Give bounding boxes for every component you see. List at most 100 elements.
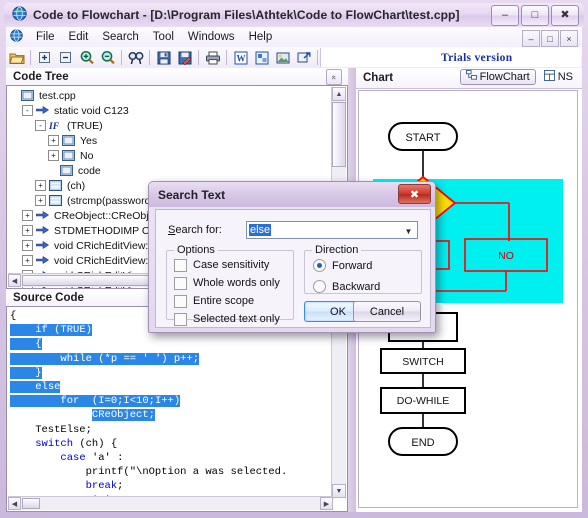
code-tree-collapse-button[interactable]: « — [326, 69, 342, 85]
toolbar-separator — [317, 50, 318, 65]
tree-node-label: Yes — [80, 134, 98, 147]
scroll-down-icon[interactable]: ▼ — [332, 484, 346, 498]
chart-tabs: FlowChart NS — [459, 69, 578, 85]
direction-backward[interactable]: Backward — [313, 278, 421, 295]
tree-expand-icon[interactable]: + — [22, 210, 33, 221]
tree-node[interactable]: - IF (TRUE) — [9, 118, 327, 133]
checkbox-whole-words-only[interactable] — [174, 276, 187, 290]
collapse-all-icon[interactable] — [55, 48, 76, 67]
export-link-icon[interactable] — [293, 48, 314, 67]
code-keyword: while — [60, 352, 92, 365]
window-minimize-button[interactable]: – — [491, 5, 519, 26]
chevron-down-icon[interactable]: ▼ — [402, 225, 415, 237]
cancel-button[interactable]: Cancel — [353, 301, 421, 322]
menu-item-windows[interactable]: Windows — [181, 29, 242, 45]
dialog-close-button[interactable]: ✖ — [398, 184, 431, 204]
tree-node[interactable]: - static void C123 — [9, 103, 327, 118]
search-input[interactable]: else ▼ — [246, 221, 418, 239]
tree-node[interactable]: test.cpp — [9, 88, 327, 103]
window-maximize-button[interactable]: □ — [521, 5, 549, 26]
mdi-close-button[interactable]: × — [560, 30, 578, 47]
arrow-icon — [35, 210, 50, 222]
print-icon[interactable] — [202, 48, 223, 67]
toolbar-separator — [149, 50, 150, 65]
tree-expand-icon[interactable]: + — [22, 240, 33, 251]
code-line: switch (ch) { — [10, 437, 320, 451]
checkbox-entire-scope[interactable] — [174, 294, 187, 308]
source-vertical-scrollbar[interactable]: ▲ ▼ — [331, 308, 346, 498]
mdi-minimize-button[interactable]: – — [522, 30, 540, 47]
expand-all-icon[interactable] — [34, 48, 55, 67]
window-close-button[interactable]: ✖ — [551, 5, 579, 26]
scroll-up-icon[interactable]: ▲ — [332, 87, 346, 101]
option-whole-words-only[interactable]: Whole words only — [174, 275, 293, 291]
code-line: break; — [10, 479, 320, 493]
menu-item-search[interactable]: Search — [95, 29, 145, 45]
tree-node[interactable]: + Yes — [9, 133, 327, 148]
application-window: Code to Flowchart - [D:\Program Files\At… — [0, 0, 588, 518]
app-globe-icon — [12, 6, 27, 24]
export-image-icon[interactable] — [272, 48, 293, 67]
code-tree-header: Code Tree « — [6, 68, 348, 86]
option-case-sensitivity[interactable]: Case sensitivity — [174, 257, 293, 273]
menu-item-help[interactable]: Help — [242, 29, 280, 45]
code-line: CReObject; — [10, 408, 320, 422]
menu-item-edit[interactable]: Edit — [62, 29, 96, 45]
scroll-left-icon[interactable]: ◀ — [8, 497, 21, 510]
block-icon — [60, 164, 74, 177]
scrollbar-thumb[interactable] — [22, 498, 40, 509]
option-selected-text-only[interactable]: Selected text only — [174, 311, 293, 327]
code-keyword: case — [60, 452, 86, 465]
code-keyword: switch — [35, 437, 74, 450]
code-line: for (I=0;I<10;I++) — [10, 394, 320, 408]
checkbox-selected-text-only[interactable] — [174, 312, 187, 326]
window-title-text: Code to Flowchart - [D:\Program Files\At… — [33, 8, 460, 22]
source-horizontal-scrollbar[interactable]: ◀ ▶ — [8, 496, 333, 510]
direction-forward[interactable]: Forward — [313, 257, 421, 274]
tree-expand-icon[interactable]: + — [48, 150, 59, 161]
code-text — [10, 324, 36, 337]
save-as-icon[interactable] — [174, 48, 195, 67]
export-visio-icon[interactable] — [251, 48, 272, 67]
code-text: (TRUE) — [47, 324, 92, 337]
tree-collapse-icon[interactable]: - — [35, 120, 46, 131]
tree-node[interactable]: + No — [9, 148, 327, 163]
tree-expand-icon[interactable]: + — [22, 225, 33, 236]
source-code-panel[interactable]: { if (TRUE) { while (*p == ' ') p++; } e… — [6, 306, 348, 512]
tab-ns[interactable]: NS — [539, 69, 578, 85]
tab-flowchart[interactable]: FlowChart — [459, 69, 536, 85]
tree-node-label: No — [80, 149, 94, 162]
option-label: Whole words only — [193, 277, 280, 289]
zoom-out-icon[interactable] — [97, 48, 118, 67]
tree-collapse-icon[interactable]: - — [22, 105, 33, 116]
menu-item-tool[interactable]: Tool — [146, 29, 181, 45]
code-text: (*p == ' ') p++; — [91, 352, 200, 365]
export-word-icon[interactable]: W — [230, 48, 251, 67]
tree-expand-icon[interactable]: + — [48, 135, 59, 146]
scroll-right-icon[interactable]: ▶ — [320, 497, 333, 510]
direction-group-title: Direction — [312, 244, 362, 256]
tree-expand-icon[interactable]: + — [35, 180, 46, 191]
zoom-in-icon[interactable] — [76, 48, 97, 67]
code-keyword: else — [35, 381, 61, 394]
open-file-icon[interactable] — [6, 48, 27, 67]
toolbar-separator — [30, 50, 31, 65]
scroll-left-icon[interactable]: ◀ — [8, 274, 21, 287]
code-text: (ch) { — [73, 437, 118, 450]
option-entire-scope[interactable]: Entire scope — [174, 293, 293, 309]
tree-expand-icon[interactable]: + — [22, 255, 33, 266]
scrollbar-thumb[interactable] — [332, 102, 346, 167]
menu-item-file[interactable]: File — [29, 29, 62, 45]
tree-node[interactable]: code — [9, 163, 327, 178]
save-icon[interactable] — [153, 48, 174, 67]
code-line: } — [10, 366, 320, 380]
mdi-restore-button[interactable]: □ — [541, 30, 559, 47]
checkbox-case-sensitivity[interactable] — [174, 258, 187, 272]
radio-backward[interactable] — [313, 280, 326, 293]
radio-forward[interactable] — [313, 259, 326, 272]
source-code-text[interactable]: { if (TRUE) { while (*p == ' ') p++; } e… — [10, 309, 320, 508]
trials-version-text: Trials version — [441, 51, 513, 64]
find-icon[interactable] — [125, 48, 146, 67]
tree-expand-icon[interactable]: + — [35, 195, 46, 206]
